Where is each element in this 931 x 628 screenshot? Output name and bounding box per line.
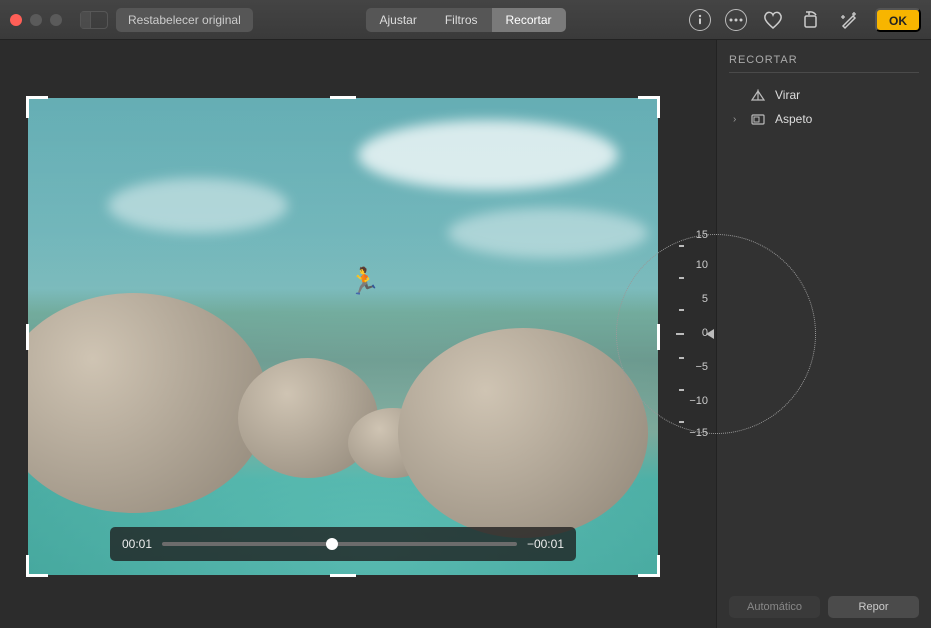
sidebar-item-label: Aspeto [775, 112, 812, 126]
workspace: 🏃 00:01 −00:01 15 10 5 0 −5 [0, 40, 931, 628]
segment-filters[interactable]: Filtros [431, 8, 492, 32]
crop-handle-top[interactable] [330, 96, 356, 99]
reset-original-button[interactable]: Restabelecer original [116, 8, 253, 32]
dial-arc [616, 234, 816, 434]
minimize-window-button[interactable] [30, 14, 42, 26]
segment-adjust[interactable]: Ajustar [365, 8, 430, 32]
favorite-heart-icon[interactable] [761, 8, 785, 32]
dial-label: 0 [682, 327, 708, 339]
chevron-right-icon: › [733, 114, 741, 125]
sidebar-item-label: Virar [775, 88, 800, 102]
dial-label: −5 [682, 361, 708, 373]
straighten-dial[interactable]: 15 10 5 0 −5 −10 −15 [650, 229, 710, 439]
rotate-icon[interactable] [799, 8, 823, 32]
remaining-time-label: −00:01 [527, 537, 564, 551]
sidebar-item-aspect[interactable]: › Aspeto [729, 107, 919, 131]
titlebar: Restabelecer original Ajustar Filtros Re… [0, 0, 931, 40]
auto-enhance-icon[interactable] [837, 8, 861, 32]
playback-scrubber[interactable] [162, 542, 517, 546]
crop-handle-bottom[interactable] [330, 574, 356, 577]
sidebar-footer: Automático Repor [729, 596, 919, 618]
dial-label: 15 [682, 229, 708, 241]
info-icon[interactable] [689, 9, 711, 31]
playback-knob[interactable] [326, 538, 338, 550]
segment-crop[interactable]: Recortar [492, 8, 566, 32]
window-controls [10, 14, 62, 26]
dial-label: −15 [682, 427, 708, 439]
flip-icon [751, 89, 765, 101]
done-ok-button[interactable]: OK [875, 8, 921, 32]
dial-label: −10 [682, 395, 708, 407]
person-silhouette: 🏃 [348, 266, 380, 297]
crop-handle-top-left[interactable] [26, 96, 48, 118]
crop-frame[interactable]: 🏃 00:01 −00:01 [28, 98, 658, 575]
crop-handle-bottom-left[interactable] [26, 555, 48, 577]
fullscreen-window-button[interactable] [50, 14, 62, 26]
more-icon[interactable] [725, 9, 747, 31]
toolbar-right-tools: OK [689, 8, 921, 32]
elapsed-time-label: 00:01 [122, 537, 152, 551]
reset-crop-button[interactable]: Repor [828, 596, 919, 618]
edit-mode-segments: Ajustar Filtros Recortar [365, 8, 565, 32]
crop-handle-bottom-right[interactable] [638, 555, 660, 577]
video-playback-bar: 00:01 −00:01 [110, 527, 576, 561]
sidebar-item-flip[interactable]: › Virar [729, 83, 919, 107]
sidebar-section-title: RECORTAR [729, 54, 919, 73]
aspect-icon [751, 114, 765, 125]
dial-label: 5 [682, 293, 708, 305]
sidebar-toggle-icon[interactable] [80, 11, 108, 29]
auto-crop-button[interactable]: Automático [729, 596, 820, 618]
dial-label: 10 [682, 259, 708, 271]
crop-handle-top-right[interactable] [638, 96, 660, 118]
crop-handle-left[interactable] [26, 324, 29, 350]
canvas-area: 🏃 00:01 −00:01 15 10 5 0 −5 [0, 40, 716, 628]
close-window-button[interactable] [10, 14, 22, 26]
photo-preview: 🏃 [28, 98, 658, 575]
dial-pointer-icon [706, 329, 714, 339]
